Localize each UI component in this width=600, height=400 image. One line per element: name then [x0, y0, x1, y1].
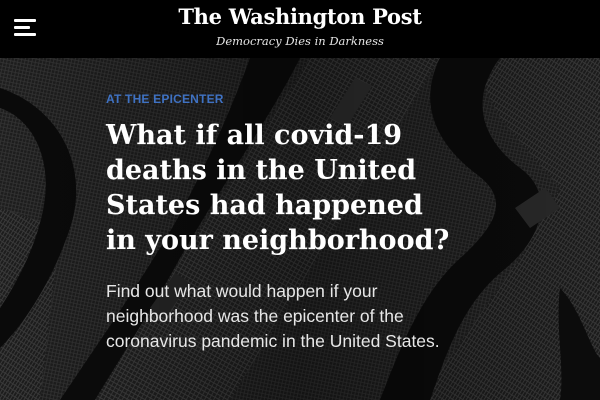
masthead: The Washington Post Democracy Dies in Da…: [0, 3, 600, 48]
site-logo[interactable]: The Washington Post: [0, 3, 600, 31]
site-tagline: Democracy Dies in Darkness: [216, 34, 384, 48]
article-headline: What if all covid-19 deaths in the Unite…: [106, 120, 450, 256]
page: The Washington Post Democracy Dies in Da…: [0, 0, 600, 400]
article-dek: Find out what would happen if your neigh…: [106, 281, 440, 351]
article-kicker[interactable]: AT THE EPICENTER: [106, 92, 546, 106]
site-header: The Washington Post Democracy Dies in Da…: [0, 0, 600, 58]
article-intro: AT THE EPICENTER What if all covid-19 de…: [106, 58, 546, 354]
